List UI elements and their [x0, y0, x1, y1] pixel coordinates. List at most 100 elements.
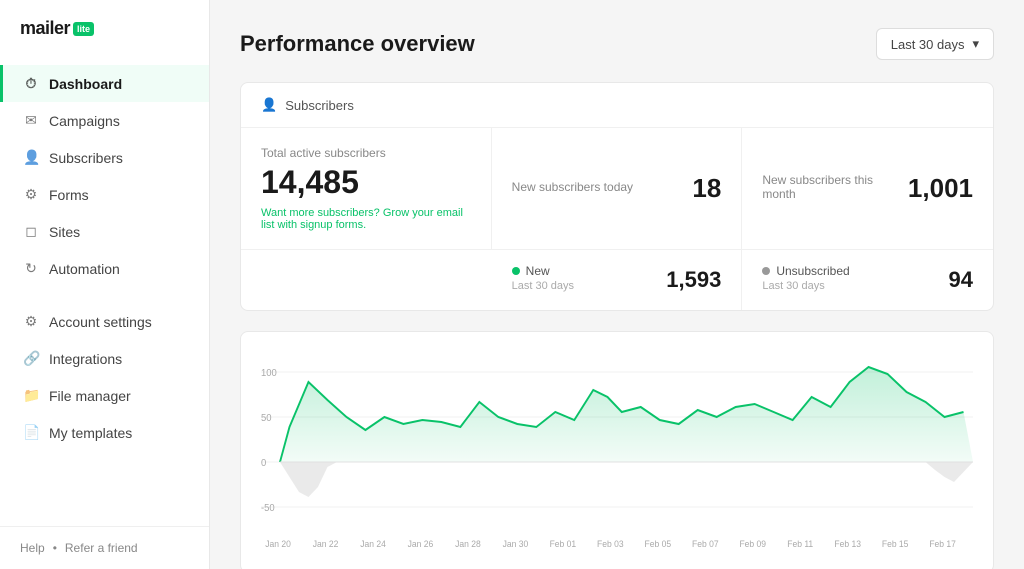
svg-text:Feb 01: Feb 01 [550, 539, 577, 549]
page-header: Performance overview Last 30 days ▾ [240, 28, 994, 60]
unsub-header: Unsubscribed [762, 264, 849, 278]
subscribers-stats-card: 👤 Subscribers Total active subscribers 1… [240, 82, 994, 311]
help-link[interactable]: Help [20, 541, 45, 555]
new-sub-cell: New Last 30 days 1,593 [492, 250, 743, 310]
new-sub-info: New Last 30 days [512, 264, 574, 296]
main-content: Performance overview Last 30 days ▾ 👤 Su… [210, 0, 1024, 569]
sidebar-item-my-templates[interactable]: 📄 My templates [0, 414, 209, 451]
empty-sub-cell [241, 250, 492, 310]
unsub-cell: Unsubscribed Last 30 days 94 [742, 250, 993, 310]
new-sub-value: 1,593 [666, 267, 721, 293]
svg-text:Feb 15: Feb 15 [882, 539, 909, 549]
campaigns-icon: ✉ [23, 112, 39, 129]
unsub-info: Unsubscribed Last 30 days [762, 264, 849, 296]
unsub-value: 94 [949, 267, 973, 293]
subscribers-section-header: 👤 Subscribers [241, 83, 993, 128]
svg-text:Feb 11: Feb 11 [787, 539, 813, 549]
subscribers-icon: 👤 [23, 149, 39, 166]
new-today-cell: New subscribers today 18 [492, 128, 743, 249]
sub-stats-grid: New Last 30 days 1,593 Unsubscribed Last… [241, 250, 993, 310]
sidebar-item-campaigns[interactable]: ✉ Campaigns [0, 102, 209, 139]
date-range-label: Last 30 days [891, 37, 965, 52]
sidebar-bottom: Help • Refer a friend [0, 526, 209, 569]
chart-card: 100 50 0 -50 [240, 331, 994, 569]
chevron-down-icon: ▾ [972, 36, 979, 52]
logo-area: mailerlite [0, 0, 209, 57]
svg-text:Jan 24: Jan 24 [360, 539, 386, 549]
new-month-label-wrap: New subscribers this month [762, 173, 908, 205]
svg-text:Jan 26: Jan 26 [408, 539, 434, 549]
sidebar-item-label-campaigns: Campaigns [49, 113, 120, 129]
sidebar-nav: ⏱ Dashboard ✉ Campaigns 👤 Subscribers ⚙ … [0, 57, 209, 526]
total-subscribers-label: Total active subscribers [261, 146, 471, 160]
total-subscribers-cell: Total active subscribers 14,485 Want mor… [241, 128, 492, 249]
sidebar-item-account-settings[interactable]: ⚙ Account settings [0, 303, 209, 340]
sidebar-item-subscribers[interactable]: 👤 Subscribers [0, 139, 209, 176]
svg-text:-50: -50 [261, 503, 275, 514]
subscribers-section-icon: 👤 [261, 97, 277, 113]
page-title: Performance overview [240, 31, 475, 57]
new-today-label-wrap: New subscribers today [512, 180, 633, 198]
total-subscribers-value: 14,485 [261, 164, 471, 201]
green-dot-icon [512, 267, 520, 275]
my-templates-icon: 📄 [23, 424, 39, 441]
top-stats-grid: Total active subscribers 14,485 Want mor… [241, 128, 993, 250]
automation-icon: ↻ [23, 260, 39, 277]
svg-text:Feb 09: Feb 09 [739, 539, 766, 549]
new-sub-header: New [512, 264, 574, 278]
sidebar-item-label-subscribers: Subscribers [49, 150, 123, 166]
new-sub-label: New [526, 264, 550, 278]
new-sub-period: Last 30 days [512, 280, 574, 292]
chart-svg: 100 50 0 -50 [261, 352, 973, 552]
unsub-period: Last 30 days [762, 280, 849, 292]
sidebar-item-forms[interactable]: ⚙ Forms [0, 176, 209, 213]
sidebar-item-integrations[interactable]: 🔗 Integrations [0, 340, 209, 377]
sites-icon: ◻ [23, 223, 39, 240]
date-range-selector[interactable]: Last 30 days ▾ [876, 28, 994, 60]
sidebar-item-label-dashboard: Dashboard [49, 76, 122, 92]
account-settings-icon: ⚙ [23, 313, 39, 330]
signup-forms-link[interactable]: signup forms. [300, 219, 366, 231]
new-month-label: New subscribers this month [762, 173, 908, 201]
new-month-cell: New subscribers this month 1,001 [742, 128, 993, 249]
file-manager-icon: 📁 [23, 387, 39, 404]
svg-text:Feb 03: Feb 03 [597, 539, 624, 549]
sidebar-item-dashboard[interactable]: ⏱ Dashboard [0, 65, 209, 102]
logo-text: mailer [20, 18, 70, 39]
svg-text:Feb 05: Feb 05 [645, 539, 672, 549]
separator: • [53, 541, 57, 555]
svg-text:Jan 22: Jan 22 [313, 539, 339, 549]
sidebar-item-label-account-settings: Account settings [49, 314, 152, 330]
sidebar-item-sites[interactable]: ◻ Sites [0, 213, 209, 250]
integrations-icon: 🔗 [23, 350, 39, 367]
refer-link[interactable]: Refer a friend [65, 541, 138, 555]
logo-badge: lite [73, 22, 94, 36]
svg-text:Jan 30: Jan 30 [503, 539, 529, 549]
subscribers-section-label: Subscribers [285, 98, 354, 113]
svg-text:Feb 13: Feb 13 [834, 539, 861, 549]
sidebar-item-label-sites: Sites [49, 224, 80, 240]
svg-text:50: 50 [261, 413, 272, 424]
dashboard-icon: ⏱ [23, 75, 39, 92]
forms-icon: ⚙ [23, 186, 39, 203]
sidebar-item-label-integrations: Integrations [49, 351, 122, 367]
svg-text:Feb 17: Feb 17 [929, 539, 956, 549]
sidebar-item-label-my-templates: My templates [49, 425, 132, 441]
svg-text:Feb 07: Feb 07 [692, 539, 719, 549]
svg-text:0: 0 [261, 458, 267, 469]
sidebar: mailerlite ⏱ Dashboard ✉ Campaigns 👤 Sub… [0, 0, 210, 569]
sidebar-item-label-automation: Automation [49, 261, 120, 277]
svg-text:100: 100 [261, 368, 277, 379]
gray-dot-icon [762, 267, 770, 275]
svg-text:Jan 20: Jan 20 [265, 539, 291, 549]
sidebar-item-label-file-manager: File manager [49, 388, 131, 404]
sidebar-item-label-forms: Forms [49, 187, 89, 203]
new-today-label: New subscribers today [512, 180, 633, 194]
sidebar-item-automation[interactable]: ↻ Automation [0, 250, 209, 287]
new-month-value: 1,001 [908, 173, 973, 204]
chart-container: 100 50 0 -50 [261, 352, 973, 552]
unsub-label: Unsubscribed [776, 264, 849, 278]
svg-text:Jan 28: Jan 28 [455, 539, 481, 549]
sidebar-item-file-manager[interactable]: 📁 File manager [0, 377, 209, 414]
grow-text: Want more subscribers? Grow your email l… [261, 207, 471, 231]
